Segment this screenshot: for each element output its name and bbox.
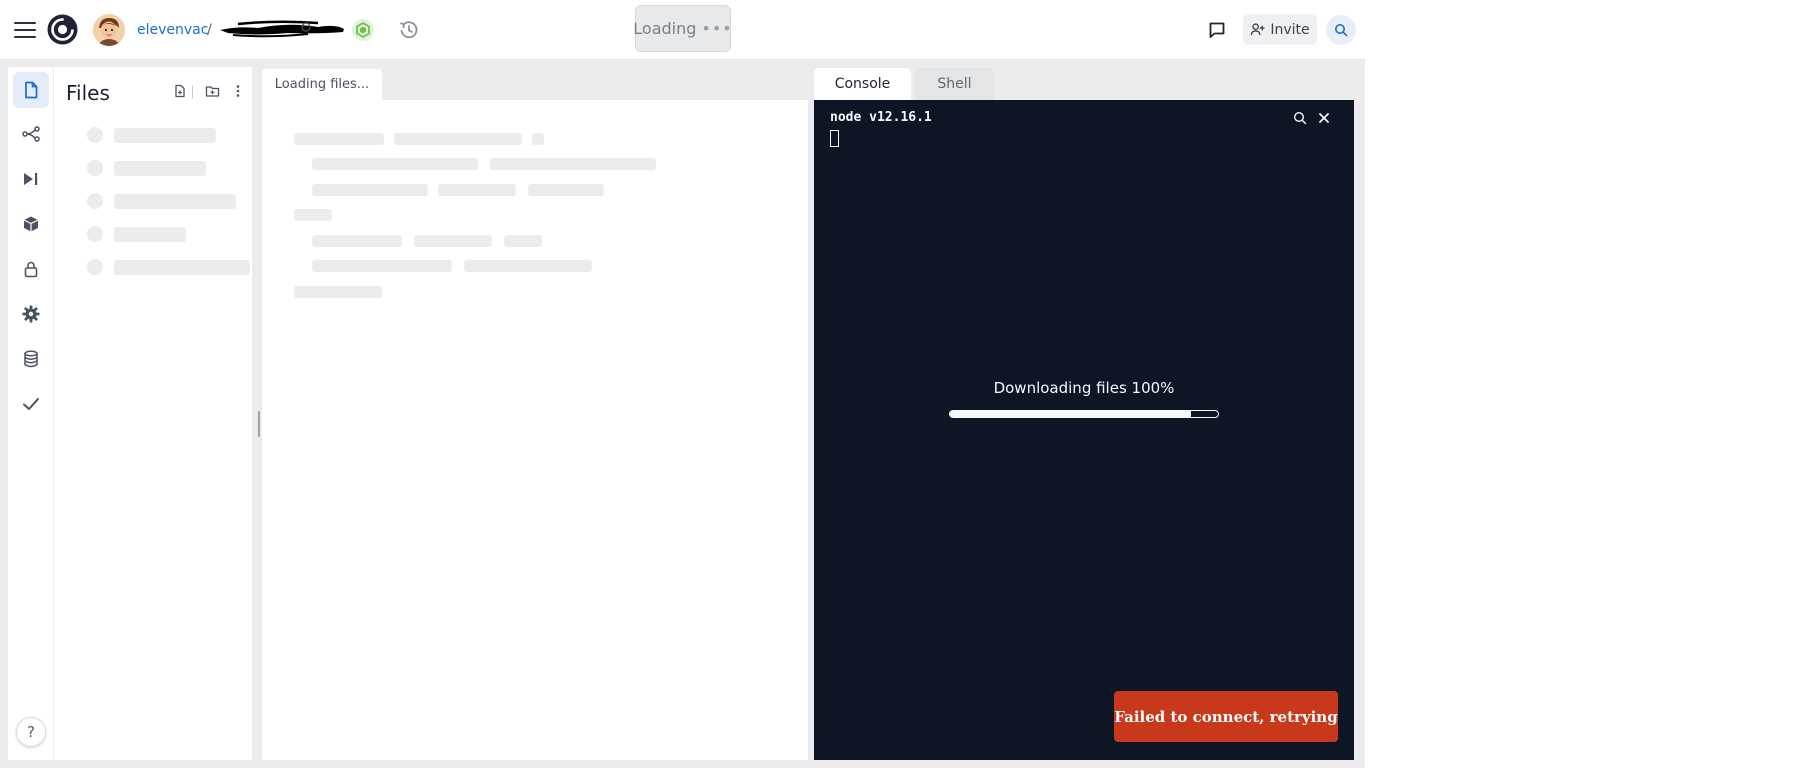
run-button[interactable]: Loading ••• [633, 5, 733, 52]
sidebar-item-version-control[interactable] [13, 116, 49, 152]
replit-logo[interactable] [46, 13, 79, 46]
sidebar-item-settings[interactable] [13, 296, 49, 332]
editor-tab[interactable]: Loading files... [262, 69, 382, 100]
file-icon [25, 81, 38, 99]
search-icon [1335, 24, 1348, 37]
new-file-icon[interactable] [170, 81, 190, 101]
sidebar-item-unit-tests[interactable] [13, 386, 49, 422]
node-version-text: node v12.16.1 [830, 110, 932, 125]
repl-owner-link[interactable]: elevenvac [137, 20, 208, 40]
lock-icon [24, 261, 38, 278]
comment-icon[interactable] [1206, 19, 1228, 41]
sidebar-item-files[interactable] [13, 72, 49, 108]
terminal-cursor [830, 130, 839, 147]
files-panel-resize-handle[interactable] [258, 411, 260, 437]
search-button[interactable] [1326, 15, 1356, 45]
help-button[interactable]: ? [16, 717, 46, 747]
check-icon [23, 398, 39, 410]
connection-error-toast[interactable]: Failed to connect, retrying [1114, 691, 1338, 742]
download-progress-label: Downloading files 100% [993, 379, 1175, 397]
nodejs-icon [352, 19, 374, 41]
more-options-icon[interactable] [228, 81, 248, 101]
git-branch-icon [22, 126, 40, 142]
step-forward-icon [24, 173, 38, 185]
new-folder-icon[interactable] [202, 81, 222, 101]
breadcrumb-separator: / [207, 22, 212, 38]
files-panel: Files [54, 67, 252, 760]
tab-console[interactable]: Console [814, 68, 911, 100]
tab-shell[interactable]: Shell [915, 68, 994, 100]
database-icon [24, 350, 38, 368]
action-separator [192, 86, 193, 98]
package-icon [23, 216, 39, 232]
workspace: elevenvac / Loading ••• Invite ? Files L… [0, 0, 1365, 768]
console-search-icon[interactable] [1292, 110, 1308, 126]
gear-icon [22, 305, 40, 323]
repl-name-redacted[interactable] [218, 18, 346, 38]
download-progress-bar [949, 410, 1219, 418]
top-bar: elevenvac / Loading ••• Invite [0, 0, 1365, 60]
hamburger-menu-icon[interactable] [12, 19, 38, 41]
sidebar-item-database[interactable] [13, 341, 49, 377]
close-icon[interactable] [1316, 110, 1332, 126]
run-button-label: Loading [633, 19, 697, 38]
invite-button-label: Invite [1270, 21, 1310, 38]
sidebar: ? [8, 67, 53, 760]
sidebar-item-debugger[interactable] [13, 161, 49, 197]
avatar[interactable] [93, 14, 125, 46]
loading-dots: ••• [701, 19, 733, 38]
sidebar-item-secrets[interactable] [13, 251, 49, 287]
console-panel[interactable]: node v12.16.1 Downloading files 100% Fai… [814, 100, 1354, 760]
history-icon[interactable] [396, 17, 422, 43]
sidebar-item-packages[interactable] [13, 206, 49, 242]
user-plus-icon [1251, 23, 1265, 36]
invite-button[interactable]: Invite [1243, 14, 1317, 45]
code-editor-skeleton [262, 100, 808, 760]
download-progress-fill [950, 411, 1192, 417]
files-panel-title: Files [66, 81, 110, 105]
